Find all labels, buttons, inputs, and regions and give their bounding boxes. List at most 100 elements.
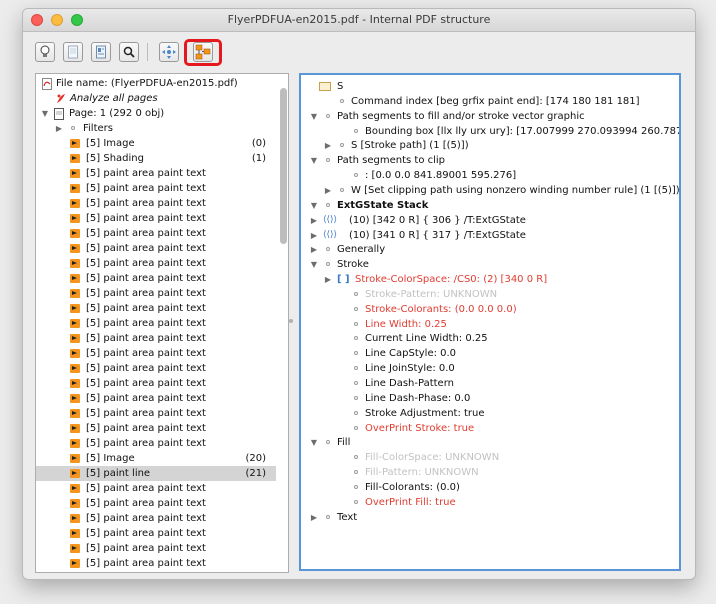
node-dot-icon bbox=[340, 98, 344, 103]
list-item-count: (1) bbox=[251, 153, 266, 164]
node-dot-icon bbox=[326, 262, 330, 267]
expanded-triangle-icon[interactable]: ▼ bbox=[309, 257, 319, 272]
list-item[interactable]: [5] paint area paint text bbox=[36, 331, 276, 346]
list-item-selected[interactable]: [5] paint line (21) bbox=[36, 466, 276, 481]
list-item[interactable]: [5] paint area paint text bbox=[36, 226, 276, 241]
window-title: FlyerPDFUA-en2015.pdf - Internal PDF str… bbox=[227, 13, 491, 26]
operator-arrow-icon bbox=[70, 529, 80, 538]
list-item[interactable]: [5] paint area paint text bbox=[36, 481, 276, 496]
page-button[interactable] bbox=[63, 42, 83, 62]
list-item[interactable]: [5] paint area paint text bbox=[36, 196, 276, 211]
operator-arrow-icon bbox=[70, 199, 80, 208]
page-structure-button[interactable] bbox=[91, 42, 111, 62]
expanded-triangle-icon[interactable]: ▼ bbox=[40, 106, 50, 121]
list-item[interactable]: [5] paint area paint text bbox=[36, 541, 276, 556]
node-dot-icon bbox=[326, 514, 330, 519]
structure-tree-icon bbox=[195, 44, 211, 60]
tree-row-label: Fill-Colorants: (0.0) bbox=[365, 481, 460, 493]
bulb-button[interactable] bbox=[35, 42, 55, 62]
left-scrollbar[interactable] bbox=[280, 88, 287, 244]
filters-label: Filters bbox=[83, 123, 113, 134]
zoom-search-button[interactable] bbox=[119, 42, 139, 62]
tree-row-label: (10) [341 0 R] { 317 } /T:ExtGState bbox=[349, 229, 526, 241]
list-item[interactable]: [5] Shading (1) bbox=[36, 151, 276, 166]
list-item[interactable]: [5] Image (0) bbox=[36, 136, 276, 151]
list-item[interactable]: [5] paint area paint text bbox=[36, 406, 276, 421]
list-item-label: [5] paint area paint text bbox=[86, 213, 206, 224]
collapsed-triangle-icon[interactable]: ▶ bbox=[309, 213, 319, 228]
collapsed-triangle-icon[interactable]: ▶ bbox=[323, 272, 333, 287]
node-dot-icon bbox=[354, 173, 358, 178]
list-item[interactable]: [5] paint area paint text bbox=[36, 421, 276, 436]
operator-arrow-icon bbox=[70, 319, 80, 328]
collapsed-triangle-icon[interactable]: ▶ bbox=[309, 242, 319, 257]
operator-arrow-icon bbox=[70, 484, 80, 493]
list-item[interactable]: [5] paint area paint text bbox=[36, 526, 276, 541]
list-item-label: [5] paint area paint text bbox=[86, 333, 206, 344]
dictionary-icon: ⟨⟨⟩⟩ bbox=[323, 229, 338, 240]
node-dot-icon bbox=[326, 202, 330, 207]
list-item[interactable]: [5] Image (20) bbox=[36, 451, 276, 466]
collapsed-triangle-icon[interactable]: ▶ bbox=[323, 183, 333, 198]
operator-arrow-icon bbox=[70, 439, 80, 448]
collapsed-triangle-icon[interactable]: ▶ bbox=[54, 121, 64, 136]
page-content-tree[interactable]: File name: (FlyerPDFUA-en2015.pdf) Analy… bbox=[35, 73, 289, 573]
collapsed-triangle-icon[interactable]: ▶ bbox=[309, 228, 319, 243]
tree-row-label: Fill-ColorSpace: UNKNOWN bbox=[365, 452, 500, 464]
list-item-label: [5] paint area paint text bbox=[86, 168, 206, 179]
list-item-label: [5] paint area paint text bbox=[86, 183, 206, 194]
operator-arrow-icon bbox=[70, 139, 80, 148]
list-item[interactable]: [5] paint area paint text bbox=[36, 241, 276, 256]
tree-row-label: Command index [beg grfix paint end]: [17… bbox=[351, 95, 640, 107]
list-item[interactable]: [5] paint area paint text bbox=[36, 361, 276, 376]
list-item[interactable]: [5] paint area paint text bbox=[36, 346, 276, 361]
list-item-label: [5] paint area paint text bbox=[86, 423, 206, 434]
operator-arrow-icon bbox=[70, 184, 80, 193]
operator-arrow-icon bbox=[70, 289, 80, 298]
list-item[interactable]: [5] paint area paint text bbox=[36, 256, 276, 271]
tree-row-label: : [0.0 0.0 841.89001 595.276] bbox=[365, 170, 517, 182]
list-item[interactable]: [5] paint area paint text bbox=[36, 511, 276, 526]
list-item[interactable]: [5] paint area paint text bbox=[36, 571, 276, 572]
list-item[interactable]: [5] paint area paint text bbox=[36, 166, 276, 181]
list-item[interactable]: [5] paint area paint text bbox=[36, 376, 276, 391]
node-dot-icon bbox=[354, 306, 358, 311]
node-dot-icon bbox=[354, 395, 358, 400]
list-item[interactable]: [5] paint area paint text bbox=[36, 211, 276, 226]
list-item-label: [5] paint area paint text bbox=[86, 543, 206, 554]
list-item-label: [5] paint area paint text bbox=[86, 558, 206, 569]
pane-splitter[interactable] bbox=[289, 319, 293, 323]
list-item[interactable]: [5] paint area paint text bbox=[36, 496, 276, 511]
bulb-icon bbox=[39, 45, 51, 59]
list-item[interactable]: [5] paint area paint text bbox=[36, 556, 276, 571]
node-dot-icon bbox=[354, 291, 358, 296]
list-item[interactable]: [5] paint area paint text bbox=[36, 181, 276, 196]
list-item-label: [5] paint area paint text bbox=[86, 198, 206, 209]
expanded-triangle-icon[interactable]: ▼ bbox=[309, 109, 319, 124]
list-item[interactable]: [5] paint area paint text bbox=[36, 301, 276, 316]
expanded-triangle-icon[interactable]: ▼ bbox=[309, 435, 319, 450]
expanded-triangle-icon[interactable]: ▼ bbox=[309, 153, 319, 168]
collapsed-triangle-icon[interactable]: ▶ bbox=[323, 138, 333, 153]
dictionary-icon: ⟨⟨⟩⟩ bbox=[323, 214, 338, 225]
list-item-label: [5] paint area paint text bbox=[86, 393, 206, 404]
operator-arrow-icon bbox=[70, 304, 80, 313]
list-item[interactable]: [5] paint area paint text bbox=[36, 436, 276, 451]
structure-tree-button[interactable] bbox=[193, 42, 213, 62]
tree-row-label: Line Width: 0.25 bbox=[365, 318, 447, 330]
object-details-tree[interactable]: S Command index [beg grfix paint end]: [1… bbox=[299, 73, 681, 571]
list-item[interactable]: [5] paint area paint text bbox=[36, 316, 276, 331]
list-item-label: [5] paint area paint text bbox=[86, 288, 206, 299]
collapsed-triangle-icon[interactable]: ▶ bbox=[309, 510, 319, 525]
navigate-button[interactable] bbox=[159, 42, 179, 62]
list-item[interactable]: [5] paint area paint text bbox=[36, 271, 276, 286]
expanded-triangle-icon[interactable]: ▼ bbox=[309, 198, 319, 213]
operator-arrow-icon bbox=[70, 364, 80, 373]
tree-row-label: OverPrint Fill: true bbox=[365, 496, 456, 508]
operator-arrow-icon bbox=[70, 349, 80, 358]
list-item[interactable]: [5] paint area paint text bbox=[36, 286, 276, 301]
list-item-label: [5] Image bbox=[86, 138, 135, 149]
tree-row-label: Stroke-Pattern: UNKNOWN bbox=[365, 288, 498, 300]
list-item[interactable]: [5] paint area paint text bbox=[36, 391, 276, 406]
list-item-label: [5] paint area paint text bbox=[86, 528, 206, 539]
